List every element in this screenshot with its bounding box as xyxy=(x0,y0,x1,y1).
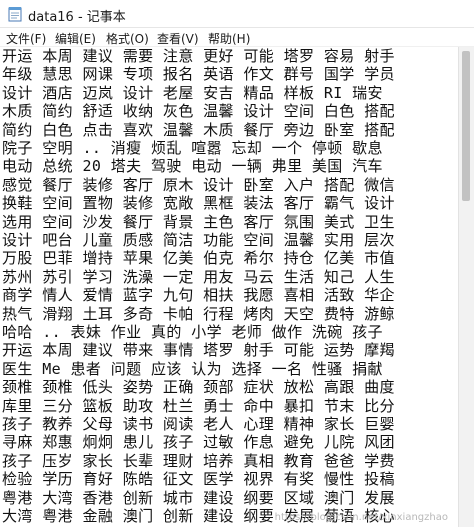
text-line: 换鞋 空间 置物 装修 宽敞 黑框 装法 客厅 霸气 设计 xyxy=(2,194,395,213)
text-line: 木质 简约 舒适 收纳 灰色 温馨 设计 空间 白色 搭配 xyxy=(2,102,395,121)
text-line: 电动 总统 20 塔夫 驾驶 电动 一辆 弗里 美国 汽车 xyxy=(2,157,383,176)
menu-format[interactable]: 格式(O) xyxy=(106,30,149,47)
title-bar: data16 - 记事本 xyxy=(0,0,474,28)
text-line: 寻麻 郑惠 炯炯 患儿 孩子 过敏 作息 避免 儿院 风团 xyxy=(2,433,395,452)
text-line: 年级 慧思 网课 专项 报名 英语 作文 群号 国学 学员 xyxy=(2,65,395,84)
text-line: 医生 Me 患者 问题 应该 认为 选择 一名 性骚 捐献 xyxy=(2,359,383,378)
text-line: 商学 情人 爱情 蓝字 九句 相扶 我愿 喜相 活致 华企 xyxy=(2,286,395,305)
text-line: 颈椎 颈椎 低头 姿势 正确 颈部 症状 放松 高跟 曲度 xyxy=(2,378,395,397)
menu-edit[interactable]: 编辑(E) xyxy=(55,30,96,47)
text-line: 检验 学历 育好 陈皓 征文 医学 视界 有奖 慢性 投稿 xyxy=(2,470,395,489)
text-line: 热气 滑翔 土耳 多奇 卡帕 行程 烤肉 天空 费特 游鲸 xyxy=(2,304,395,323)
menu-help[interactable]: 帮助(H) xyxy=(208,30,250,47)
text-line: 万股 巴菲 增持 苹果 亿美 伯克 希尔 持仓 亿美 市值 xyxy=(2,249,395,268)
window-title: data16 - 记事本 xyxy=(28,10,126,25)
text-line: 苏州 苏引 学习 洗澡 一定 用友 马云 生活 知己 人生 xyxy=(2,267,395,286)
text-line: 简约 白色 点击 喜欢 温馨 木质 餐厅 旁边 卧室 搭配 xyxy=(2,120,395,139)
text-line: 哈哈 .. 表妹 作业 真的 小学 老师 做作 洗碗 孩子 xyxy=(2,323,383,341)
text-line: 开运 本周 建议 需要 注意 更好 可能 塔罗 容易 射手 xyxy=(2,47,395,65)
text-line: 设计 酒店 迈岚 设计 老屋 安吉 精品 样板 RI 瑞安 xyxy=(2,83,383,102)
text-line: 设计 吧台 儿童 质感 简洁 功能 空间 温馨 实用 层次 xyxy=(2,231,395,249)
scrollbar-thumb[interactable] xyxy=(462,51,470,201)
text-line: 粤港 大湾 香港 创新 城市 建设 纲要 区域 澳门 发展 xyxy=(2,488,395,507)
menu-view[interactable]: 查看(V) xyxy=(157,30,199,47)
text-line: 孩子 教养 父母 读书 阅读 老人 心理 精神 家长 巨婴 xyxy=(2,415,395,433)
text-editor-area[interactable]: 开运 本周 建议 需要 注意 更好 可能 塔罗 容易 射手 年级 慧思 网课 专项… xyxy=(0,47,458,527)
text-line: 开运 本周 建议 带来 事情 塔罗 射手 可能 运势 摩羯 xyxy=(2,341,395,360)
text-line: 选用 空间 沙发 餐厅 背景 主色 客厅 氛围 美式 卫生 xyxy=(2,212,395,231)
watermark: https://blog.csdn.net/xinxiangzhao xyxy=(274,512,448,523)
menu-bar: 文件(F) 编辑(E) 格式(O) 查看(V) 帮助(H) xyxy=(0,28,474,47)
text-line: 库里 三分 篮板 助攻 杜兰 勇士 命中 暴扣 节末 比分 xyxy=(2,396,395,415)
text-line: 孩子 压岁 家长 长辈 理财 培养 真相 教育 爸爸 学费 xyxy=(2,451,395,470)
text-line: 院子 空明 .. 消瘦 烦乱 喧嚣 忘却 一个 停顿 歇息 xyxy=(2,139,383,157)
vertical-scrollbar[interactable] xyxy=(458,47,474,527)
text-line: 感觉 餐厅 装修 客厅 原木 设计 卧室 入户 搭配 微信 xyxy=(2,175,395,194)
notepad-icon xyxy=(8,7,22,22)
menu-file[interactable]: 文件(F) xyxy=(6,30,46,47)
